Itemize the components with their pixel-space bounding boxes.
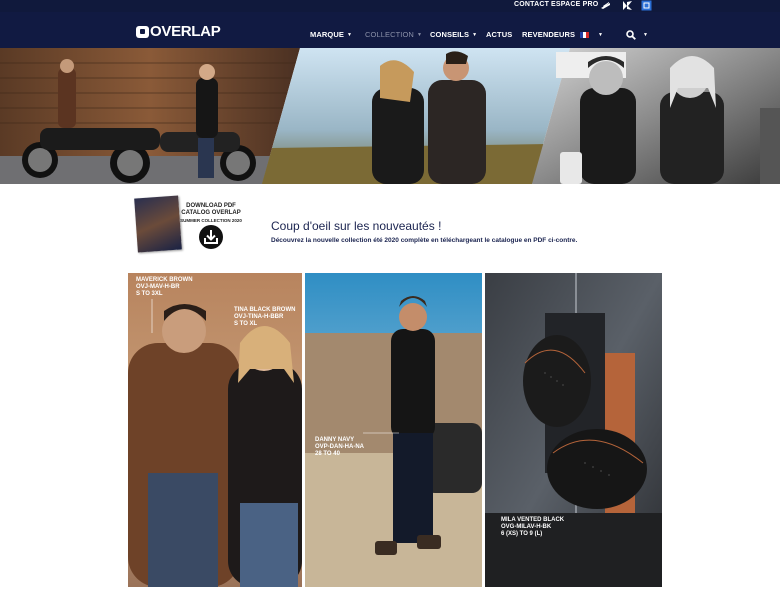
language-dropdown[interactable]: ▼ — [595, 30, 603, 39]
nav-item-collection[interactable]: COLLECTION ▼ — [365, 30, 422, 39]
nav-label: ACTUS — [486, 30, 513, 39]
top-bar: CONTACT ESPACE PRO — [0, 0, 780, 12]
french-flag-icon[interactable] — [580, 32, 589, 38]
product-name: TINA BLACK BROWN — [234, 307, 296, 313]
product-name: MILA VENTED BLACK — [501, 517, 565, 523]
nav-label: CONSEILS — [430, 30, 470, 39]
hero-banner — [0, 48, 780, 184]
product-name: DANNY NAVY — [315, 437, 355, 443]
product-tile-maverick-tina[interactable]: MAVERICK BROWN OVJ-MAV-H-BR S TO 3XL TIN… — [128, 273, 302, 587]
main-navigation: OVERLAP MARQUE ▼ COLLECTION ▼ CONSEILS ▼ AC… — [0, 12, 780, 48]
brand-logo-3-icon[interactable] — [641, 0, 652, 11]
nav-item-marque[interactable]: MARQUE ▼ — [310, 30, 352, 39]
product-label-danny: DANNY NAVY OVP-DAN-HA-NA 28 TO 40 — [315, 437, 364, 458]
nav-item-revendeurs[interactable]: REVENDEURS — [522, 30, 575, 39]
logo-text: OVERLAP — [150, 23, 221, 40]
nav-label: COLLECTION — [365, 30, 414, 39]
chevron-down-icon: ▼ — [472, 32, 478, 38]
product-size: 6 (XS) TO 9 (L) — [501, 531, 543, 537]
search-icon[interactable] — [626, 30, 636, 40]
product-size: S TO 3XL — [136, 291, 163, 297]
product-label-mila: MILA VENTED BLACK OVG-MILAV-H-BK 6 (XS) … — [501, 517, 564, 538]
hero-image — [0, 48, 780, 184]
product-photo — [305, 273, 482, 587]
catalog-cover — [134, 195, 182, 253]
product-ref: OVG-MILAV-H-BK — [501, 524, 552, 530]
catalog-line-3: SUMMER COLLECTION 2020 — [180, 218, 242, 223]
product-ref: OVP-DAN-HA-NA — [315, 444, 364, 450]
nav-item-actus[interactable]: ACTUS — [486, 30, 512, 39]
product-label-maverick: MAVERICK BROWN OVJ-MAV-H-BR S TO 3XL — [136, 277, 193, 298]
product-label-tina: TINA BLACK BROWN OVJ-TINA-H-BBR S TO XL — [234, 307, 295, 328]
catalog-label: DOWNLOAD PDF CATALOG OVERLAP SUMMER COLL… — [178, 203, 244, 224]
brand-logo-1-icon[interactable] — [600, 0, 611, 11]
search-dropdown[interactable]: ▼ — [640, 30, 648, 39]
chevron-down-icon: ▼ — [598, 32, 604, 38]
download-icon — [204, 230, 218, 244]
catalog-line-1: DOWNLOAD PDF — [186, 203, 236, 209]
brand-logo-2-icon[interactable] — [622, 0, 633, 11]
product-ref: OVJ-TINA-H-BBR — [234, 314, 284, 320]
product-photo — [485, 273, 662, 587]
nav-label: MARQUE — [310, 30, 344, 39]
logo-mark-icon — [136, 26, 149, 38]
overlap-logo[interactable]: OVERLAP — [136, 23, 221, 40]
product-ref: OVJ-MAV-H-BR — [136, 284, 180, 290]
product-name: MAVERICK BROWN — [136, 277, 193, 283]
product-size: S TO XL — [234, 321, 258, 327]
chevron-down-icon: ▼ — [346, 32, 352, 38]
espace-pro-link[interactable]: ESPACE PRO — [551, 1, 598, 8]
promo-title: Coup d'oeil sur les nouveautés ! — [271, 219, 442, 233]
product-tile-danny[interactable]: DANNY NAVY OVP-DAN-HA-NA 28 TO 40 — [305, 273, 482, 587]
nav-item-conseils[interactable]: CONSEILS ▼ — [430, 30, 477, 39]
chevron-down-icon: ▼ — [416, 32, 422, 38]
promo-subtitle: Découvrez la nouvelle collection été 202… — [271, 237, 578, 244]
catalog-line-2: CATALOG OVERLAP — [181, 210, 241, 216]
nav-label: REVENDEURS — [522, 30, 576, 39]
product-tile-mila[interactable]: MILA VENTED BLACK OVG-MILAV-H-BK 6 (XS) … — [485, 273, 662, 587]
chevron-down-icon: ▼ — [643, 32, 649, 38]
product-size: 28 TO 40 — [315, 451, 340, 457]
download-button[interactable] — [199, 225, 223, 249]
contact-link[interactable]: CONTACT — [514, 1, 549, 8]
